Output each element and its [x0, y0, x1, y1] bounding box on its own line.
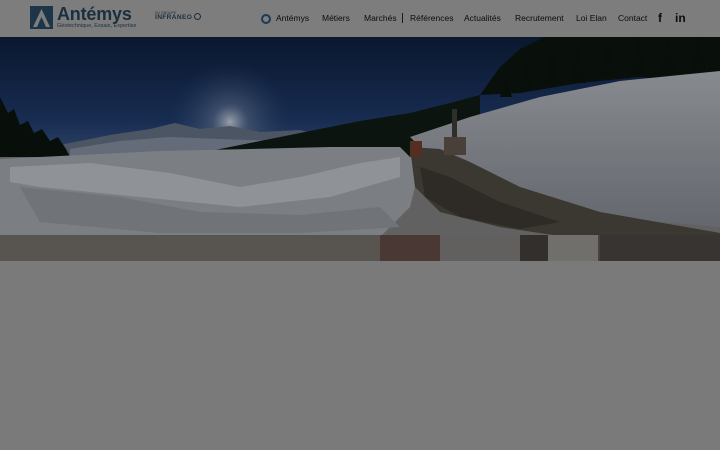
- nav-divider: [402, 13, 403, 23]
- nav-item-metiers[interactable]: Métiers: [322, 13, 350, 23]
- logo-tagline: Géotechnique, Essais, Expertise: [57, 23, 137, 29]
- snowy-mountain-drilling-site-image: [0, 37, 720, 261]
- nav-item-actualites[interactable]: Actualités: [464, 13, 501, 23]
- nav-item-antemys[interactable]: Antémys: [276, 13, 309, 23]
- hero-photo: [0, 37, 720, 261]
- site-header: Antémys DU GROUPE INFRANEO Géotechnique,…: [0, 0, 720, 37]
- logo-group-name: INFRANEO: [155, 14, 193, 21]
- infraneo-mark-icon: [194, 13, 201, 20]
- logo-a-icon: [30, 6, 53, 29]
- nav-item-marches[interactable]: Marchés: [364, 13, 397, 23]
- logo-brand-name: Antémys: [57, 4, 132, 24]
- linkedin-icon[interactable]: in: [675, 11, 686, 25]
- nav-item-recrutement[interactable]: Recrutement: [515, 13, 564, 23]
- nav-item-contact[interactable]: Contact: [618, 13, 647, 23]
- nav-item-references[interactable]: Références: [410, 13, 453, 23]
- nav-item-loi-elan[interactable]: Loi Elan: [576, 13, 607, 23]
- facebook-icon[interactable]: f: [658, 11, 662, 25]
- active-item-ring-icon: [261, 14, 271, 24]
